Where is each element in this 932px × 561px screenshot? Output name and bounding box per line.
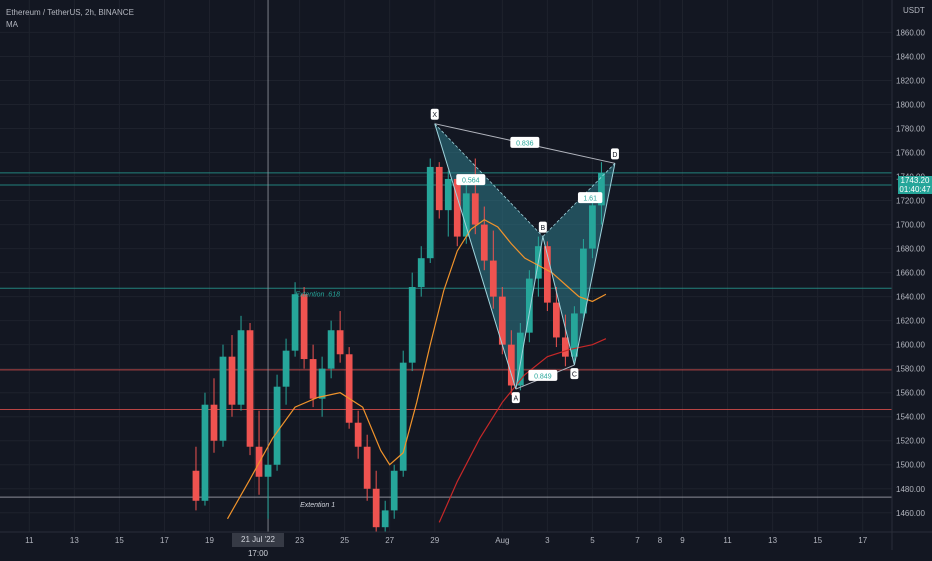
pattern-ratio-label: 0.564 [462, 178, 480, 185]
time-axis-tick-label: 7 [635, 536, 640, 545]
time-axis-tick-label: 9 [680, 536, 685, 545]
candle-body [381, 510, 389, 528]
time-axis-tick-label: 8 [658, 536, 663, 545]
price-axis-tick-label: 1460.00 [896, 509, 925, 518]
time-axis-tick-label: 23 [295, 536, 304, 545]
candle-body [426, 166, 434, 259]
last-price-tag: 1743.20 [898, 176, 932, 185]
price-axis-tick-label: 1760.00 [896, 149, 925, 158]
countdown-tag: 01:40:47 [898, 185, 932, 194]
candle-body [282, 350, 290, 387]
time-axis-tick-label: 17 [858, 536, 867, 545]
price-axis-tick-label: 1560.00 [896, 389, 925, 398]
candle-body [462, 193, 470, 237]
pattern-ratio-label: 0.849 [534, 373, 552, 380]
price-axis-tick-label: 1520.00 [896, 437, 925, 446]
symbol-title[interactable]: Ethereum / TetherUS, 2h, BINANCE [6, 8, 134, 17]
time-axis-tick-label: 5 [590, 536, 595, 545]
price-axis-tick-label: 1700.00 [896, 221, 925, 230]
candle-body [489, 260, 497, 297]
time-axis-tick-label: 19 [205, 536, 214, 545]
pattern-ratio-label: 0.836 [516, 140, 534, 147]
pattern-ratio-label: 1.61 [583, 196, 597, 203]
candle-body [390, 470, 398, 511]
time-axis-tick-label: 15 [813, 536, 822, 545]
price-axis-tick-label: 1580.00 [896, 365, 925, 374]
candle-body [471, 193, 479, 225]
candle-body [589, 205, 596, 249]
pattern-point-label: A [513, 396, 518, 403]
price-axis-tick-label: 1820.00 [896, 76, 925, 85]
time-axis-tick-label: 15 [115, 536, 124, 545]
price-axis-tick-label: 1620.00 [896, 317, 925, 326]
candle-body [571, 313, 578, 357]
time-axis-tick-label: 11 [25, 536, 34, 545]
pattern-point-label: X [432, 112, 437, 119]
candle-body [408, 287, 416, 363]
time-axis-bg [0, 532, 932, 550]
price-chart[interactable]: X A B C D 0.836 0.564 0.849 1.61 Extention .618 Ex… [0, 0, 932, 550]
annotation-text: Extention .618 [295, 292, 340, 299]
time-axis-tick-label: 25 [340, 536, 349, 545]
price-axis-tick-label: 1800.00 [896, 100, 925, 109]
candle-body [417, 258, 425, 288]
candle-body [219, 356, 227, 441]
pattern-point-label: C [572, 372, 577, 379]
price-axis-tick-label: 1640.00 [896, 293, 925, 302]
price-axis-tick-label: 1600.00 [896, 341, 925, 350]
price-axis-tick-label: 1780.00 [896, 124, 925, 133]
candle-body [480, 224, 488, 261]
candle-body [363, 446, 371, 489]
candle-body [300, 294, 308, 360]
time-axis-tick-label: 13 [768, 536, 777, 545]
time-axis-tick-label: 11 [723, 536, 732, 545]
pattern-triangle-xab [434, 123, 543, 390]
candle-body [580, 248, 587, 314]
candle-body [562, 337, 569, 357]
time-axis-tick-label: 27 [385, 536, 394, 545]
candle-body [453, 178, 461, 237]
price-axis-tick-label: 1840.00 [896, 52, 925, 61]
time-axis-tick-label: 29 [430, 536, 439, 545]
annotation-text: Extention 1 [300, 502, 335, 509]
price-axis-tick-label: 1660.00 [896, 269, 925, 278]
candle-body [201, 404, 209, 501]
candle-body [246, 330, 254, 447]
candle-body [237, 330, 245, 405]
time-axis-tick-label: Aug [495, 536, 509, 545]
candle-body [318, 368, 326, 399]
currency-label: USDT [903, 6, 925, 15]
candle-body [444, 178, 452, 211]
candle-body [273, 386, 281, 465]
indicator-ma-label[interactable]: MA [6, 20, 18, 29]
candle-body [372, 488, 380, 528]
candle-body [552, 302, 560, 338]
time-axis-tick-label: 17 [160, 536, 169, 545]
price-axis-tick-label: 1500.00 [896, 461, 925, 470]
time-axis-tick-label: 3 [545, 536, 550, 545]
candle-body [336, 330, 344, 355]
pattern-point-label: B [541, 225, 546, 232]
candle-body [264, 464, 272, 477]
candle-body [435, 166, 443, 211]
price-axis-tick-label: 1860.00 [896, 28, 925, 37]
candle-body [210, 404, 218, 441]
candle-body [309, 359, 317, 399]
price-axis-tick-label: 1680.00 [896, 245, 925, 254]
candle-body [291, 294, 299, 351]
price-axis-tick-label: 1480.00 [896, 485, 925, 494]
candle-body [327, 330, 335, 369]
price-axis-tick-label: 1720.00 [896, 197, 925, 206]
price-axis-tick-label: 1540.00 [896, 413, 925, 422]
pattern-point-label: D [612, 152, 617, 159]
crosshair-date-label: 21 Jul '22 17:00 [232, 533, 284, 558]
candle-body [192, 470, 200, 501]
time-axis-tick-label: 13 [70, 536, 79, 545]
candle-body [345, 354, 353, 423]
candle-body [354, 422, 362, 447]
candle-body [228, 356, 236, 405]
